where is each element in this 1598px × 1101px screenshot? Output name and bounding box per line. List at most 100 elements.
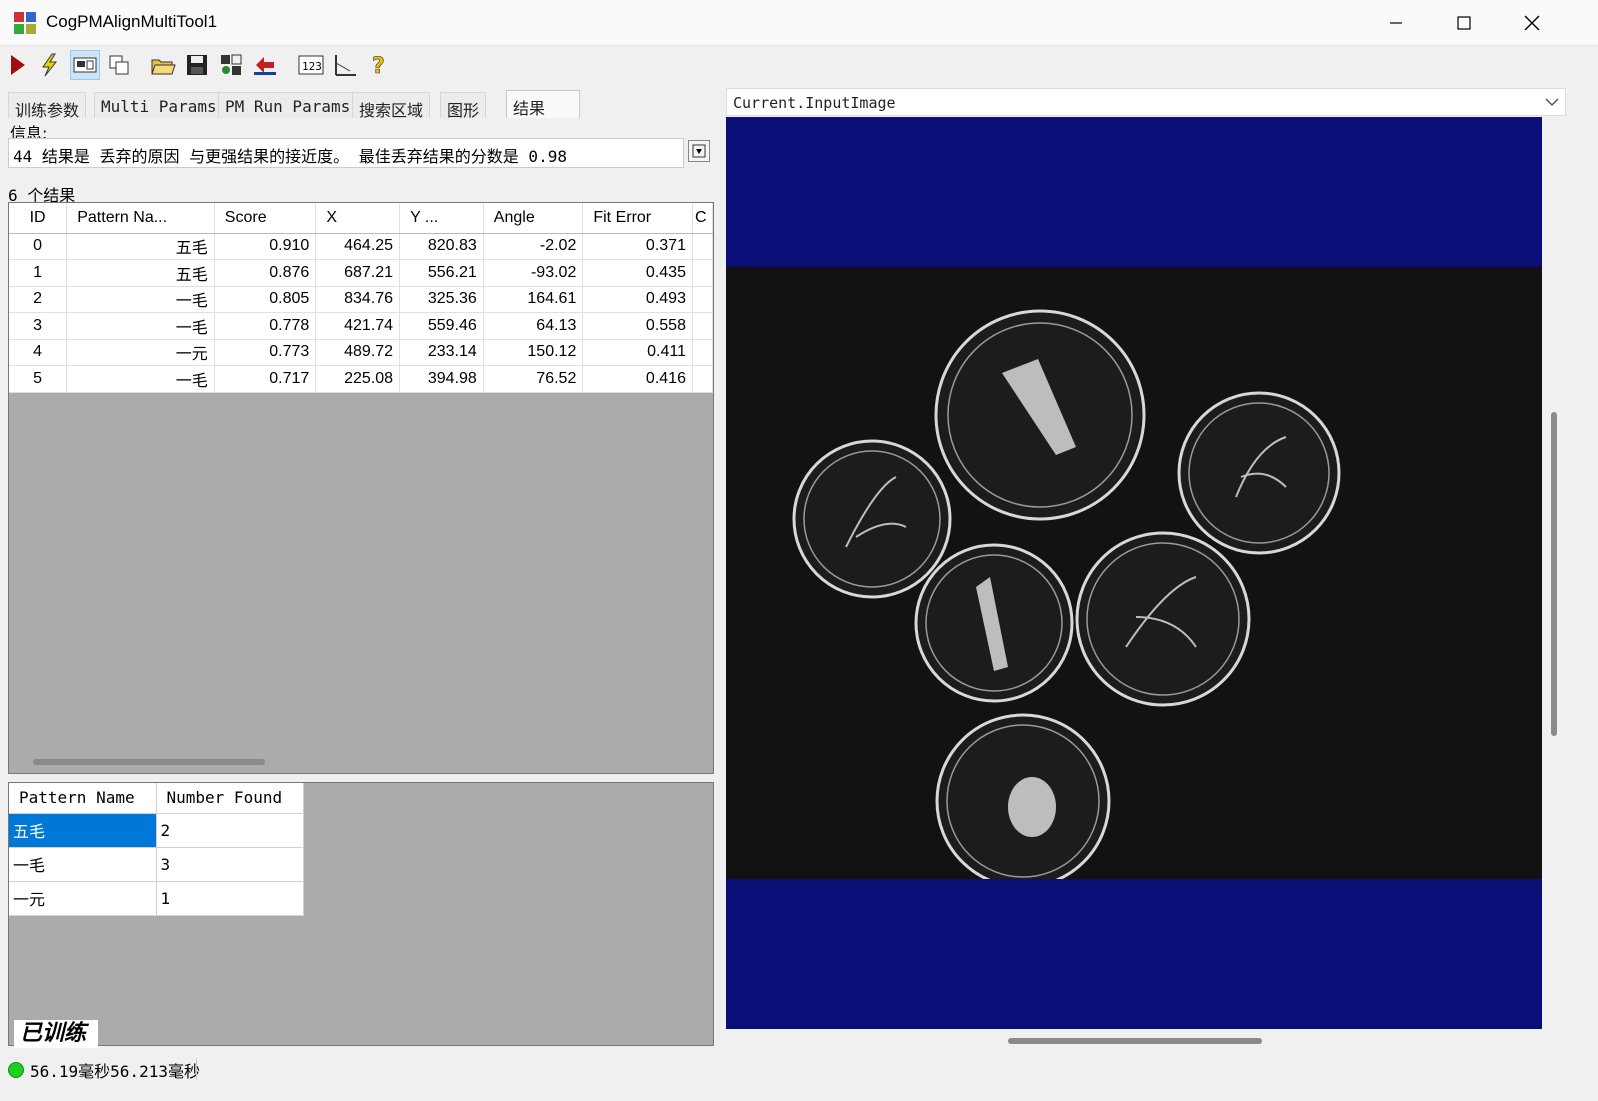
column-header[interactable]: Y ... <box>399 203 484 234</box>
maximize-icon <box>1457 16 1471 30</box>
help-icon: ? <box>372 54 385 77</box>
scrollbar-thumb[interactable] <box>1008 1038 1262 1044</box>
info-detail-button[interactable] <box>688 140 710 162</box>
cell: 559.46 <box>399 312 484 340</box>
cell: 1 <box>156 881 304 916</box>
table-row[interactable]: 五毛 2 <box>9 813 304 848</box>
cell: 0.717 <box>214 365 317 393</box>
reset-icon <box>254 57 276 75</box>
table-row[interactable]: 1 五毛 0.876 687.21 556.21 -93.02 0.435 <box>9 259 713 287</box>
summary-grid[interactable]: Pattern Name Number Found 五毛 2 一毛 3 一元 1 <box>8 782 714 1046</box>
scrollbar-thumb[interactable] <box>1551 412 1557 736</box>
close-button[interactable] <box>1498 0 1566 46</box>
table-row[interactable]: 4 一元 0.773 489.72 233.14 150.12 0.411 <box>9 339 713 366</box>
cell: 3 <box>156 847 304 882</box>
cell: 0.493 <box>582 286 693 313</box>
cell: 1 <box>9 259 68 287</box>
image-selector[interactable]: Current.InputImage <box>726 88 1566 116</box>
scrollbar-thumb[interactable] <box>33 759 265 765</box>
table-row[interactable]: 5 一毛 0.717 225.08 394.98 76.52 0.416 <box>9 365 713 393</box>
cell: 一毛 <box>9 847 157 882</box>
ruler-icon <box>335 55 356 76</box>
column-header[interactable]: ID <box>9 203 68 234</box>
column-header[interactable]: X <box>315 203 401 234</box>
run-button[interactable] <box>2 50 32 80</box>
open-button[interactable] <box>148 50 178 80</box>
cell: 233.14 <box>399 339 484 366</box>
cell: 0.876 <box>214 259 317 287</box>
chevron-down-icon[interactable] <box>1544 94 1560 110</box>
cell: 3 <box>9 312 68 340</box>
cell: 0.435 <box>582 259 693 287</box>
cell <box>692 233 713 260</box>
cell: 0.805 <box>214 286 317 313</box>
arrow-down-icon <box>692 144 706 158</box>
tab-results[interactable]: 结果 <box>506 90 580 118</box>
column-header[interactable]: C <box>692 203 713 234</box>
cell: 一元 <box>66 339 215 366</box>
help-button[interactable]: ? <box>364 50 394 80</box>
image-display[interactable] <box>726 117 1542 1029</box>
cell: 0.411 <box>582 339 693 366</box>
column-header[interactable]: Score <box>214 203 317 234</box>
tab-search-region[interactable]: 搜索区域 <box>352 92 431 120</box>
tab-strip: 训练参数 Multi Params PM Run Params 搜索区域 图形 … <box>6 90 720 120</box>
cell <box>692 365 713 393</box>
cell: 五毛 <box>9 813 157 848</box>
cell: 一毛 <box>66 312 215 340</box>
tab-pm-run-params[interactable]: PM Run Params <box>218 92 358 118</box>
cell: 834.76 <box>315 286 401 313</box>
column-header[interactable]: Fit Error <box>582 203 693 234</box>
results-horizontal-scrollbar[interactable] <box>9 753 713 773</box>
reset-button[interactable] <box>250 50 280 80</box>
table-row[interactable]: 2 一毛 0.805 834.76 325.36 164.61 0.493 <box>9 286 713 313</box>
cell: 0.778 <box>214 312 317 340</box>
copy-button[interactable] <box>104 50 134 80</box>
table-row[interactable]: 一毛 3 <box>9 847 304 882</box>
save-icon <box>187 55 207 75</box>
table-row[interactable]: 0 五毛 0.910 464.25 820.83 -2.02 0.371 <box>9 233 713 260</box>
counter-button[interactable]: 123 <box>296 50 326 80</box>
cell: 820.83 <box>399 233 484 260</box>
save-button[interactable] <box>182 50 212 80</box>
cell: 4 <box>9 339 68 366</box>
app-icon <box>14 12 36 34</box>
display-icon <box>73 57 97 73</box>
column-header[interactable]: Pattern Na... <box>66 203 215 234</box>
cell: 2 <box>9 286 68 313</box>
minimize-button[interactable] <box>1362 0 1430 46</box>
status-text: 56.19毫秒56.213毫秒 <box>30 1062 200 1081</box>
status-bar <box>0 1054 1598 1101</box>
cell: 489.72 <box>315 339 401 366</box>
settings-button[interactable] <box>216 50 246 80</box>
cell: 394.98 <box>399 365 484 393</box>
cell: 0.416 <box>582 365 693 393</box>
cell: 150.12 <box>483 339 584 366</box>
table-row[interactable]: 3 一毛 0.778 421.74 559.46 64.13 0.558 <box>9 312 713 340</box>
cell: 421.74 <box>315 312 401 340</box>
electric-button[interactable] <box>34 50 64 80</box>
tab-graphics[interactable]: 图形 <box>440 92 487 120</box>
column-header[interactable]: Angle <box>483 203 584 234</box>
tab-multi-params[interactable]: Multi Params <box>94 92 224 118</box>
display-button[interactable] <box>70 50 100 80</box>
run-icon <box>11 55 25 75</box>
display-horizontal-scrollbar[interactable] <box>726 1030 1542 1050</box>
tab-training-params[interactable]: 训练参数 <box>8 92 87 120</box>
toolbar: 123 ? <box>0 46 1598 86</box>
cell: -2.02 <box>483 233 584 260</box>
cell: 0.773 <box>214 339 317 366</box>
cell: 0.558 <box>582 312 693 340</box>
table-row[interactable]: 一元 1 <box>9 881 304 916</box>
cell: 5 <box>9 365 68 393</box>
display-vertical-scrollbar[interactable] <box>1544 117 1566 1029</box>
cell <box>692 339 713 366</box>
trained-indicator: 已训练 <box>14 1020 98 1048</box>
maximize-button[interactable] <box>1430 0 1498 46</box>
column-header[interactable]: Pattern Name <box>9 783 157 814</box>
cell: -93.02 <box>483 259 584 287</box>
ruler-button[interactable] <box>330 50 360 80</box>
column-header[interactable]: Number Found <box>156 783 304 814</box>
results-grid[interactable]: ID Pattern Na... Score X Y ... Angle Fit… <box>8 202 714 774</box>
cell: 0.910 <box>214 233 317 260</box>
